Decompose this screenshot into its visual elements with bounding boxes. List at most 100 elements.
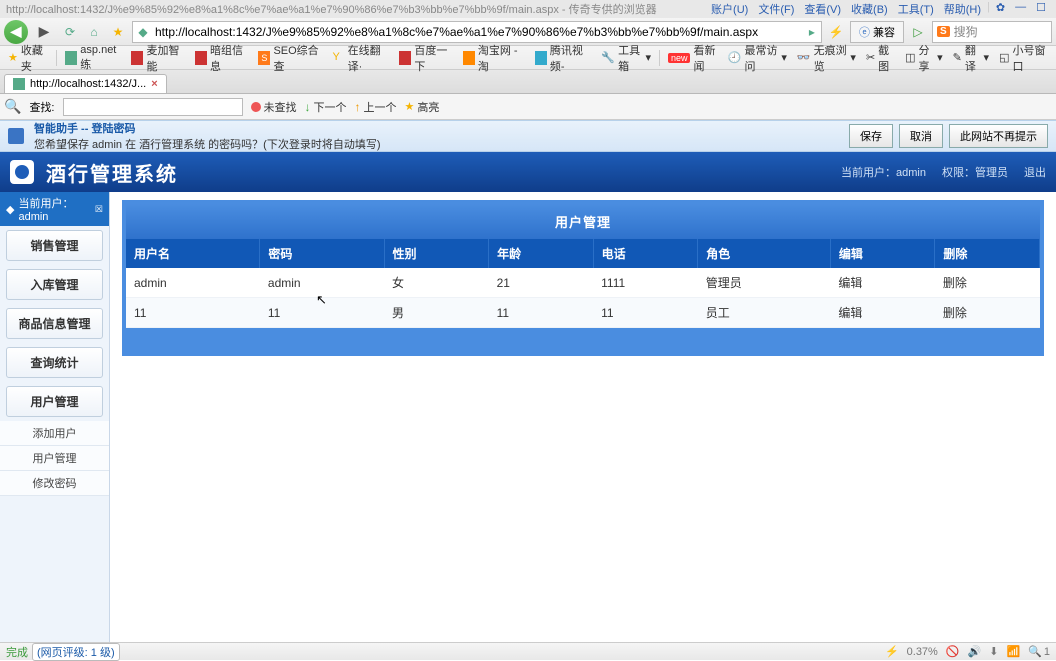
sidebar-item-stats[interactable]: 查询统计 <box>6 347 103 378</box>
pw-title: 智能助手 -- 登陆密码 <box>34 120 381 136</box>
download-icon[interactable]: ⬇ <box>989 645 998 658</box>
reload-icon[interactable]: ⟳ <box>60 22 80 42</box>
broadcast-icon[interactable]: 📶 <box>1006 645 1020 658</box>
most-visited-button[interactable]: 🕘最常访问▾ <box>724 42 791 74</box>
translate-button[interactable]: ✎翻译▾ <box>949 42 993 74</box>
max-icon[interactable]: ☐ <box>1032 1 1050 17</box>
fav-star-icon[interactable]: ★ <box>108 22 128 42</box>
window-title: http://localhost:1432/J%e9%85%92%e8%a1%8… <box>6 1 657 17</box>
cell-sex: 女 <box>384 268 489 298</box>
sidebar-sub-user-mgmt[interactable]: 用户管理 <box>0 446 109 471</box>
tab-close-icon[interactable]: × <box>151 78 157 90</box>
zoom-icon[interactable]: 🔍 1 <box>1028 645 1050 658</box>
lightning-icon[interactable]: ⚡ <box>885 645 899 658</box>
table-row: 11 11 男 11 11 员工 编辑 删除 <box>126 298 1040 328</box>
edit-link[interactable]: 编辑 <box>838 306 862 320</box>
cancel-button[interactable]: 取消 <box>899 124 943 148</box>
search-icon: 🔍 <box>4 98 21 115</box>
bookmark-item[interactable]: 百度一下 <box>395 42 456 74</box>
status-done: 完成 <box>6 644 28 660</box>
main-layout: ◆ 当前用户：admin ☒ 销售管理 入库管理 商品信息管理 查询统计 用户管… <box>0 192 1056 642</box>
sidebar: ◆ 当前用户：admin ☒ 销售管理 入库管理 商品信息管理 查询统计 用户管… <box>0 192 110 642</box>
th-edit: 编辑 <box>830 239 935 268</box>
collapse-icon[interactable]: ☒ <box>95 204 103 215</box>
block-icon[interactable]: 🚫 <box>946 645 960 658</box>
role-label: 权限：管理员 <box>942 164 1008 180</box>
bookmark-item[interactable]: SSEO综合查 <box>254 42 326 74</box>
cell-sex: 男 <box>384 298 489 328</box>
tab-label: http://localhost:1432/J... <box>30 78 146 90</box>
tab-active[interactable]: http://localhost:1432/J... × <box>4 74 167 93</box>
incognito-button[interactable]: 👓无痕浏览▾ <box>793 42 860 74</box>
bookmark-item[interactable]: Y在线翻译· <box>328 42 393 74</box>
find-not-found[interactable]: 未查找 <box>251 99 297 115</box>
menu-tools[interactable]: 工具(T) <box>894 1 938 17</box>
flash-icon[interactable]: ⚡ <box>826 22 846 42</box>
share-button[interactable]: ◫分享▾ <box>901 42 946 74</box>
menu-view[interactable]: 查看(V) <box>800 1 845 17</box>
sogou-icon: S <box>937 26 950 37</box>
go-icon[interactable]: ▸ <box>803 25 821 39</box>
exit-link[interactable]: 退出 <box>1024 164 1046 180</box>
cell-pwd: admin <box>260 268 384 298</box>
bookmark-item[interactable]: 暗组信息 <box>191 42 252 74</box>
th-username: 用户名 <box>126 239 260 268</box>
pw-message: 您希望保存 admin 在 酒行管理系统 的密码吗？(下次登录时将自动填写) <box>34 139 381 151</box>
user-table: 用户名 密码 性别 年龄 电话 角色 编辑 删除 admin admin 女 <box>126 239 1040 328</box>
search-placeholder: 搜狗 <box>954 23 978 40</box>
sidebar-item-users[interactable]: 用户管理 <box>6 386 103 417</box>
panel-title: 用户管理 <box>126 204 1040 239</box>
tab-favicon <box>13 78 25 90</box>
find-next[interactable]: ↓下一个 <box>305 99 347 115</box>
sidebar-sub-change-pw[interactable]: 修改密码 <box>0 471 109 496</box>
never-button[interactable]: 此网站不再提示 <box>949 124 1048 148</box>
sidebar-user[interactable]: ◆ 当前用户：admin ☒ <box>0 192 109 226</box>
back-button[interactable]: ◀ <box>4 20 28 44</box>
favorites-button[interactable]: ★收藏夹 <box>4 42 52 74</box>
cell-tel: 11 <box>593 298 698 328</box>
window-menu: 账户(U) 文件(F) 查看(V) 收藏(B) 工具(T) 帮助(H) | ✿ … <box>707 1 1050 17</box>
content-area: 用户管理 用户名 密码 性别 年龄 电话 角色 编辑 删除 <box>110 192 1056 642</box>
save-button[interactable]: 保存 <box>849 124 893 148</box>
find-input[interactable] <box>63 98 243 116</box>
bookmark-item[interactable]: 淘宝网 - 淘 <box>459 42 529 74</box>
window-title-bar: http://localhost:1432/J%e9%85%92%e8%a1%8… <box>0 0 1056 18</box>
menu-help[interactable]: 帮助(H) <box>940 1 985 17</box>
sidebar-item-products[interactable]: 商品信息管理 <box>6 308 103 339</box>
cell-tel: 1111 <box>593 268 698 298</box>
menu-favorites[interactable]: 收藏(B) <box>847 1 892 17</box>
sidebar-sub-add-user[interactable]: 添加用户 <box>0 421 109 446</box>
bookmark-item[interactable]: asp.net练 <box>61 44 125 72</box>
news-button[interactable]: new看新闻 <box>664 42 722 74</box>
play-icon[interactable]: ▷ <box>908 22 928 42</box>
cell-age: 11 <box>489 298 594 328</box>
skin-icon[interactable]: ✿ <box>992 1 1009 17</box>
sidebar-item-inbound[interactable]: 入库管理 <box>6 269 103 300</box>
app-title: 酒行管理系统 <box>46 158 178 187</box>
menu-account[interactable]: 账户(U) <box>707 1 752 17</box>
compat-button[interactable]: ⓔ 兼容 <box>850 21 904 43</box>
small-window-button[interactable]: ◱小号窗口 <box>995 42 1052 74</box>
cell-pwd: 11 <box>260 298 384 328</box>
search-box[interactable]: S 搜狗 <box>932 21 1052 43</box>
page-rating[interactable]: (网页评级: 1 级) <box>32 643 120 661</box>
screenshot-button[interactable]: ✂截图 <box>862 42 899 74</box>
bookmark-item[interactable]: 腾讯视频- <box>531 42 596 74</box>
min-icon[interactable]: — <box>1011 1 1030 17</box>
sound-icon[interactable]: 🔊 <box>968 645 982 658</box>
delete-link[interactable]: 删除 <box>943 276 967 290</box>
toolbox-button[interactable]: 🔧工具箱▾ <box>597 42 655 74</box>
bookmark-item[interactable]: 麦加智能 <box>127 42 188 74</box>
forward-button[interactable]: ▶ <box>32 20 56 44</box>
th-sex: 性别 <box>384 239 489 268</box>
address-input[interactable] <box>153 25 803 39</box>
find-highlight[interactable]: ★高亮 <box>405 99 440 115</box>
bookmarks-bar: ★收藏夹 asp.net练 麦加智能 暗组信息 SSEO综合查 Y在线翻译· 百… <box>0 46 1056 70</box>
find-prev[interactable]: ↑上一个 <box>355 99 397 115</box>
menu-file[interactable]: 文件(F) <box>754 1 798 17</box>
th-password: 密码 <box>260 239 384 268</box>
home-icon[interactable]: ⌂ <box>84 22 104 42</box>
delete-link[interactable]: 删除 <box>943 306 967 320</box>
edit-link[interactable]: 编辑 <box>838 276 862 290</box>
sidebar-item-sales[interactable]: 销售管理 <box>6 230 103 261</box>
